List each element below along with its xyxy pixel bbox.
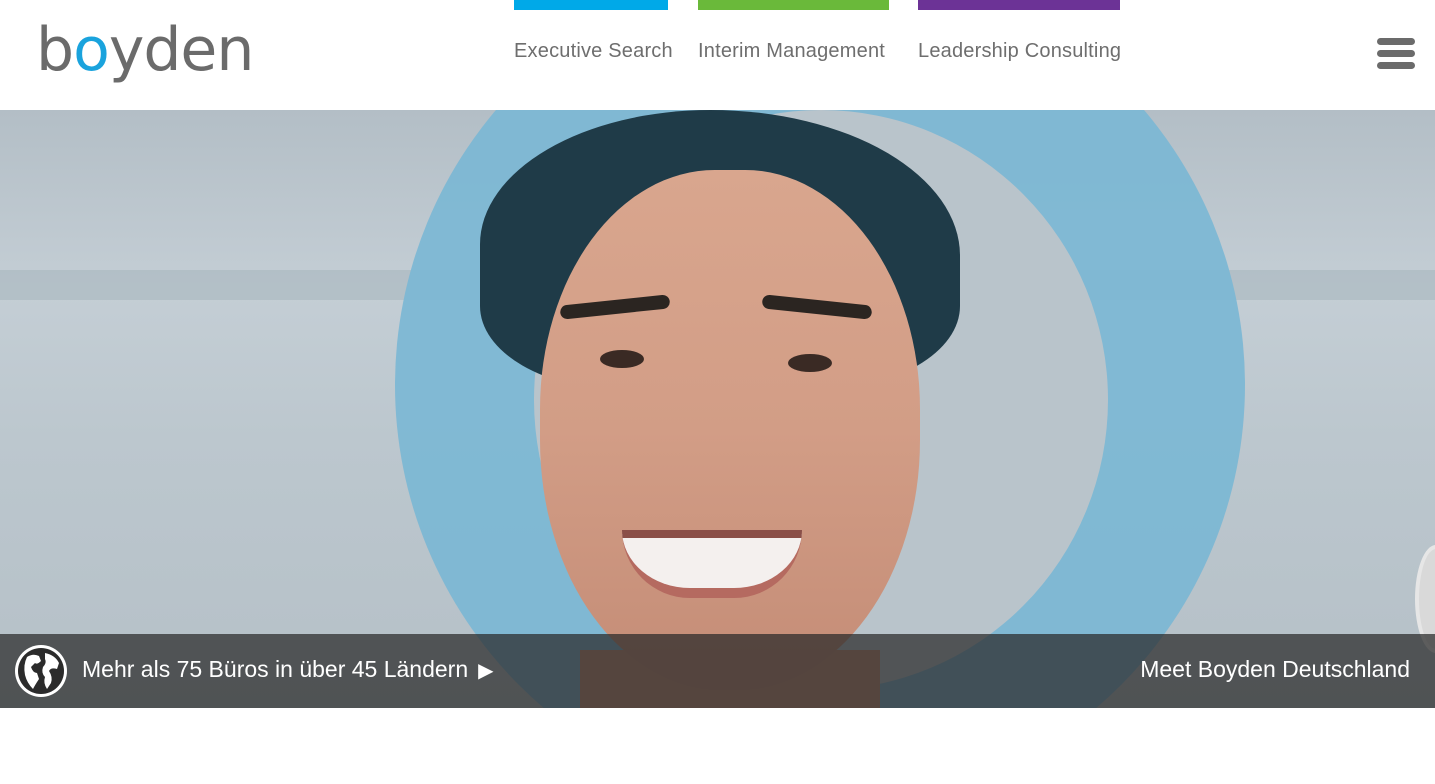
nav-executive-search-label: Executive Search: [514, 40, 673, 62]
nav-interim-management[interactable]: Interim Management: [698, 0, 889, 80]
hero-banner: Mehr als 75 Büros in über 45 Ländern ▶ Me…: [0, 110, 1435, 708]
hamburger-line: [1377, 38, 1415, 45]
offices-link-text: Mehr als 75 Büros in über 45 Ländern: [82, 656, 469, 682]
nav-leadership-consulting-label: Leadership Consulting: [918, 40, 1122, 62]
nav-leadership-consulting[interactable]: Leadership Consulting: [918, 0, 1122, 80]
nav-interim-management-label: Interim Management: [698, 40, 886, 62]
hamburger-line: [1377, 50, 1415, 57]
nav-leadership-consulting-bar: [918, 0, 1120, 10]
globe-icon[interactable]: [13, 643, 69, 699]
site-header: b o yden Executive Search Interim Manageme…: [0, 0, 1435, 110]
offices-link[interactable]: Mehr als 75 Büros in über 45 Ländern ▶: [82, 656, 494, 683]
nav-executive-search[interactable]: Executive Search: [514, 0, 673, 80]
meet-boyden-link[interactable]: Meet Boyden Deutschland: [1140, 656, 1410, 683]
logo-letter-o: o: [73, 15, 110, 85]
hero-person-face: [540, 170, 920, 690]
hamburger-line: [1377, 62, 1415, 69]
nav-executive-search-bar: [514, 0, 668, 10]
nav-interim-management-bar: [698, 0, 889, 10]
play-icon: ▶: [478, 660, 494, 682]
boyden-logo[interactable]: b o yden: [36, 14, 255, 86]
hero-person-eye-right: [788, 354, 832, 372]
hero-caption-bar: Mehr als 75 Büros in über 45 Ländern ▶ Me…: [0, 634, 1435, 708]
hamburger-icon[interactable]: [1377, 38, 1415, 72]
logo-letter-b: b: [36, 15, 74, 85]
logo-letters-yden: yden: [108, 15, 255, 85]
hero-person-eye-left: [600, 350, 644, 368]
